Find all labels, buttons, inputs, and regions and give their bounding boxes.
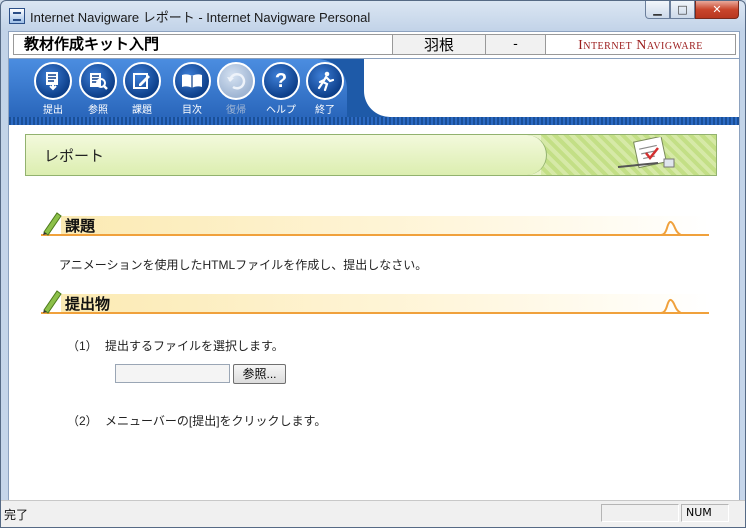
maximize-button[interactable]: □ [670, 1, 695, 19]
step1-number: （1） [67, 339, 98, 353]
minimize-button[interactable]: ▁ [645, 1, 670, 19]
info-separator: - [486, 34, 546, 55]
user-name: 羽根 [393, 34, 486, 55]
submit-button[interactable]: 提出 [32, 62, 74, 116]
section-task-title: 課題 [65, 218, 96, 235]
course-info-bar: 教材作成キット入門 羽根 - Internet Navigware [9, 32, 739, 59]
step2-number: （2） [67, 414, 98, 428]
exit-button[interactable]: 終了 [304, 62, 346, 116]
report-banner: レポート [25, 134, 717, 176]
maximize-icon: □ [677, 3, 688, 16]
contents-label: 目次 [182, 105, 202, 116]
section-task-heading: 課題 [41, 210, 709, 238]
task-description: アニメーションを使用したHTMLファイルを作成し、提出しなさい。 [59, 258, 428, 272]
running-person-icon [316, 71, 334, 91]
task-button[interactable]: 課題 [121, 62, 163, 116]
toolbar: 提出 参照 課題 目次 復帰 ? ヘルプ 終了 [9, 59, 739, 125]
file-path-input[interactable] [115, 364, 230, 383]
num-lock-indicator: NUM [681, 504, 729, 522]
window-title: Internet Navigware レポート - Internet Navig… [30, 10, 371, 25]
help-button[interactable]: ? ヘルプ [260, 62, 302, 116]
exit-label: 終了 [315, 105, 335, 116]
help-icon: ? [274, 69, 288, 92]
close-icon: ✕ [712, 3, 722, 16]
status-cell-empty [601, 504, 679, 522]
status-bar: 完了 NUM [1, 500, 745, 527]
task-label: 課題 [132, 105, 152, 116]
content-area: 教材作成キット入門 羽根 - Internet Navigware 提出 参照 [8, 31, 740, 501]
app-icon [9, 8, 25, 24]
refer-button[interactable]: 参照 [77, 62, 119, 116]
help-label: ヘルプ [266, 105, 296, 116]
browse-button[interactable]: 参照... [233, 364, 286, 384]
submit-icon [44, 71, 62, 91]
refer-icon [88, 71, 108, 91]
title-bar[interactable]: Internet Navigware レポート - Internet Navig… [1, 1, 745, 31]
app-window: Internet Navigware レポート - Internet Navig… [0, 0, 746, 528]
pencil-icon [41, 288, 63, 318]
step1-text: 提出するファイルを選択します。 [105, 339, 284, 353]
book-icon [181, 72, 203, 90]
report-clipboard-icon [616, 135, 680, 177]
brand-logo: Internet Navigware [546, 34, 736, 55]
refer-label: 参照 [88, 105, 108, 116]
page-title: レポート [44, 148, 105, 165]
status-text: 完了 [4, 508, 29, 522]
return-button[interactable]: 復帰 [215, 62, 257, 116]
close-button[interactable]: ✕ [695, 1, 739, 19]
step2-text: メニューバーの[提出]をクリックします。 [105, 414, 327, 428]
contents-button[interactable]: 目次 [171, 62, 213, 116]
section-submission-title: 提出物 [65, 296, 111, 313]
return-label: 復帰 [226, 105, 246, 116]
minimize-icon: ▁ [653, 3, 662, 16]
section-submission-heading: 提出物 [41, 288, 709, 316]
course-title: 教材作成キット入門 [13, 34, 393, 55]
pencil-icon [41, 210, 63, 240]
task-icon [132, 71, 152, 91]
submit-label: 提出 [43, 105, 63, 116]
return-arrow-icon [226, 72, 246, 90]
